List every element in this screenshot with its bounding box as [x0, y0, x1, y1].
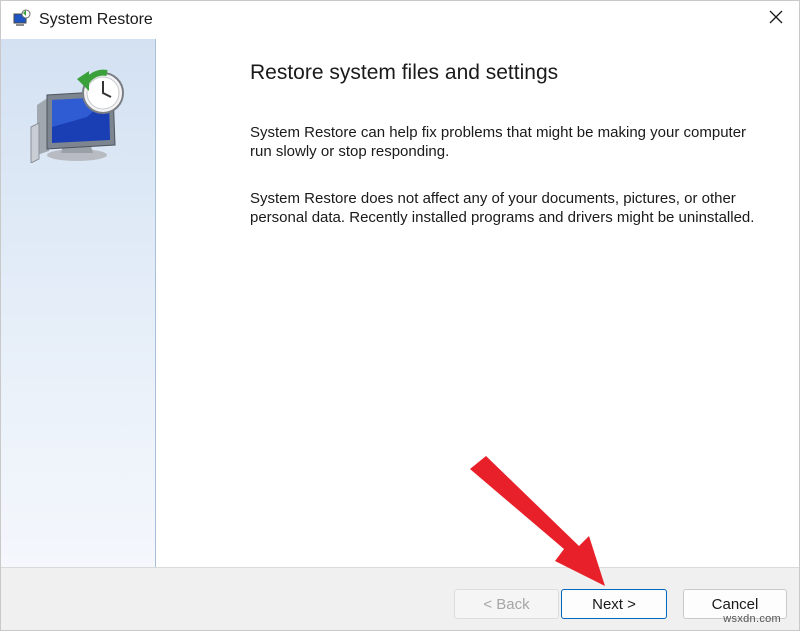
page-title: Restore system files and settings — [250, 61, 559, 84]
close-icon — [768, 9, 784, 30]
system-restore-window: System Restore Restore system files and … — [0, 0, 800, 631]
watermark-text: wsxdn.com — [723, 613, 781, 625]
button-bar: < Back Next > Cancel — [1, 567, 799, 630]
back-button[interactable]: < Back — [454, 589, 559, 619]
side-banner — [1, 39, 156, 567]
title-bar: System Restore — [1, 1, 799, 39]
window-title: System Restore — [39, 11, 153, 28]
system-restore-icon — [11, 9, 31, 29]
next-button[interactable]: Next > — [561, 589, 667, 619]
description-paragraph-2: System Restore does not affect any of yo… — [250, 190, 755, 226]
description-paragraph-1: System Restore can help fix problems tha… — [250, 124, 747, 160]
system-restore-graphic-icon — [27, 67, 129, 164]
close-button[interactable] — [753, 1, 799, 37]
